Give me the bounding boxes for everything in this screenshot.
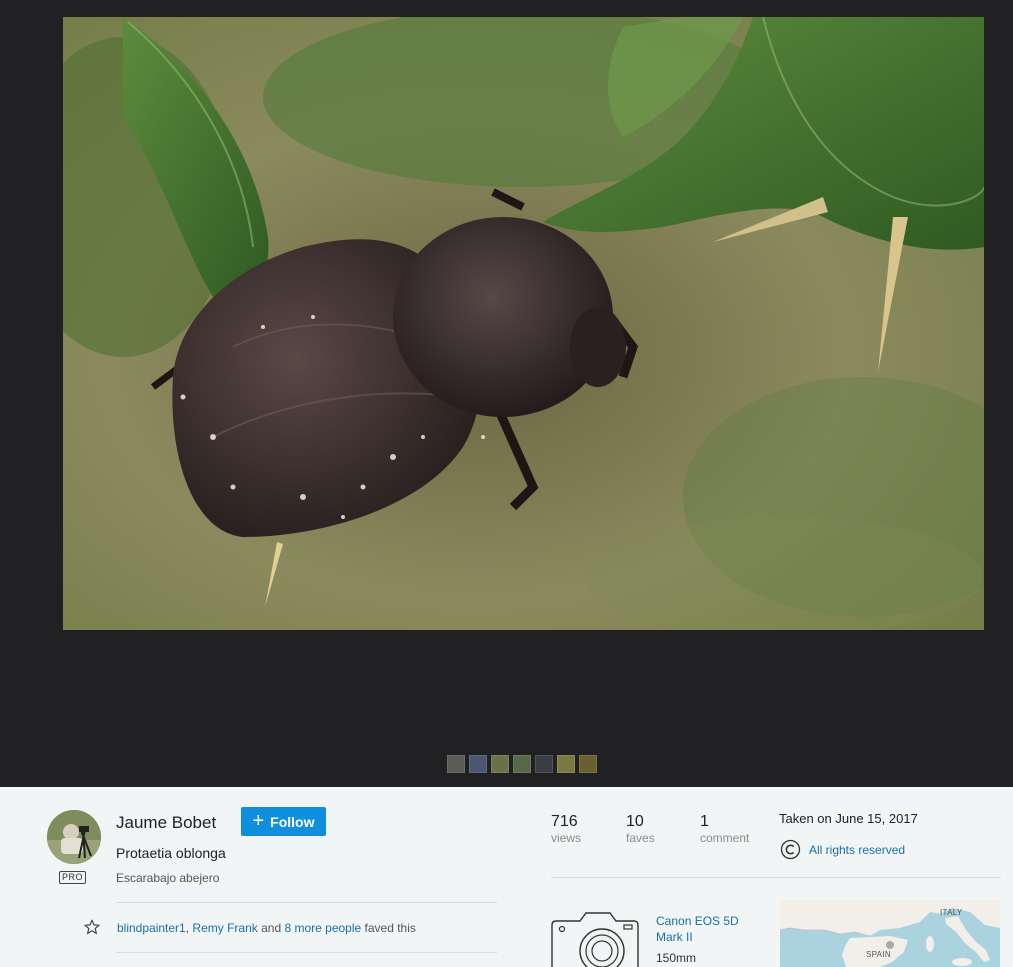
filmstrip-thumbnail[interactable]	[447, 755, 465, 773]
views-label: views	[551, 831, 582, 845]
license-link[interactable]: All rights reserved	[809, 843, 905, 857]
photo-filmstrip	[447, 755, 597, 773]
pro-badge: PRO	[59, 871, 86, 884]
faves-and-text: and	[261, 921, 282, 935]
avatar-image	[47, 810, 101, 864]
filmstrip-thumbnail[interactable]	[513, 755, 531, 773]
map-label-spain: SPAIN	[866, 950, 891, 959]
camera-model-link[interactable]: Canon EOS 5D Mark II	[656, 913, 766, 945]
focal-length: 150mm	[656, 951, 697, 965]
faves-count: 10	[626, 813, 644, 830]
copyright-icon	[780, 839, 801, 860]
filmstrip-thumbnail[interactable]	[579, 755, 597, 773]
filmstrip-thumbnail[interactable]	[535, 755, 553, 773]
filmstrip-thumbnail[interactable]	[491, 755, 509, 773]
fave-user-link[interactable]: blindpainter1	[117, 921, 186, 935]
avatar[interactable]	[47, 810, 101, 864]
views-stat: 716 views	[551, 813, 581, 845]
location-map[interactable]: ITALY SPAIN	[780, 900, 1000, 967]
divider	[116, 952, 497, 953]
photo-description: Escarabajo abejero	[116, 871, 220, 885]
star-icon[interactable]	[84, 919, 100, 935]
faves-label: faves	[626, 831, 655, 845]
filmstrip-thumbnail[interactable]	[469, 755, 487, 773]
views-count: 716	[551, 813, 578, 830]
follow-button[interactable]: + Follow	[241, 807, 326, 836]
divider	[551, 877, 1001, 878]
photo-viewer	[0, 0, 1013, 787]
divider	[116, 902, 497, 903]
faves-summary: blindpainter1, Remy Frank and 8 more peo…	[117, 921, 416, 935]
map-label-italy: ITALY	[940, 908, 963, 917]
owner-name[interactable]: Jaume Bobet	[116, 813, 216, 833]
fave-user-link[interactable]: Remy Frank	[192, 921, 257, 935]
filmstrip-thumbnail[interactable]	[557, 755, 575, 773]
comments-count: 1	[700, 813, 709, 830]
photo-info-panel: PRO Jaume Bobet + Follow Protaetia oblon…	[0, 787, 1013, 967]
main-photo[interactable]	[63, 17, 984, 630]
comments-label: comment	[700, 831, 750, 845]
plus-icon: +	[252, 809, 265, 832]
more-faves-link[interactable]: 8 more people	[284, 921, 361, 935]
follow-label: Follow	[270, 813, 315, 830]
beetle-photo-image	[63, 17, 984, 630]
taken-date: Taken on June 15, 2017	[779, 811, 918, 826]
photo-title: Protaetia oblonga	[116, 845, 226, 861]
faves-suffix: faved this	[364, 921, 416, 935]
faves-separator: ,	[185, 921, 190, 935]
comments-stat[interactable]: 1 comment	[700, 813, 749, 845]
faves-stat[interactable]: 10 faves	[626, 813, 655, 845]
camera-icon	[551, 912, 639, 967]
